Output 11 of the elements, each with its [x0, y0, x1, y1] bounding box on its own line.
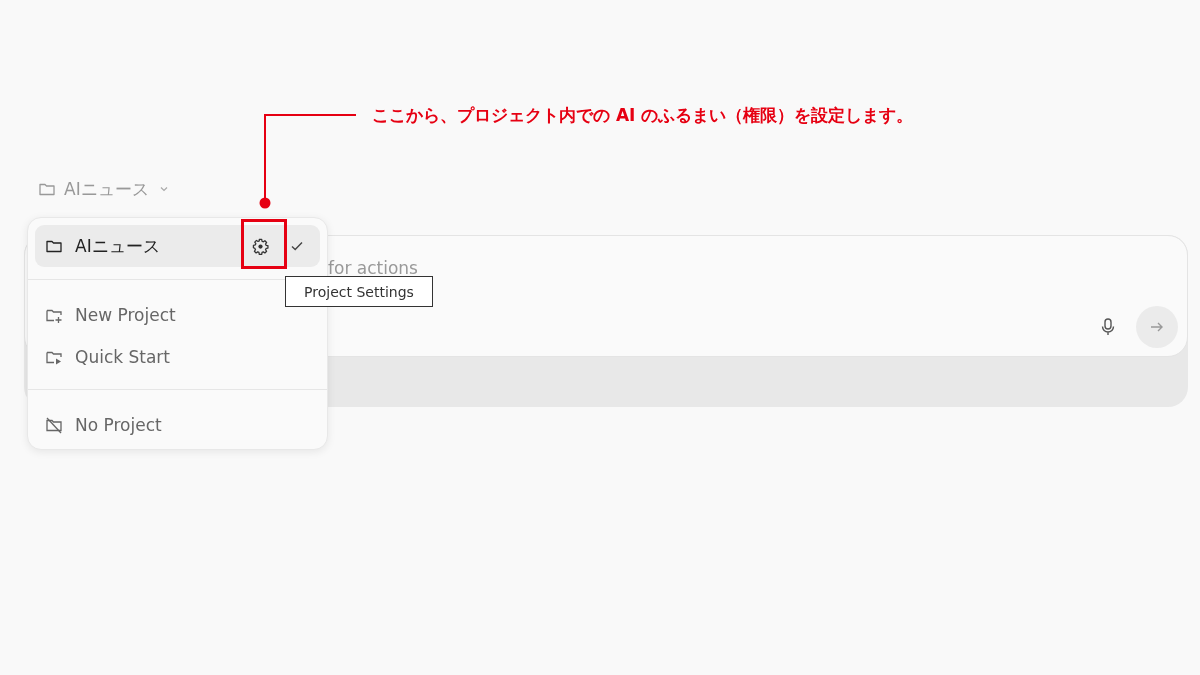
project-item[interactable]: AIニュース: [35, 225, 320, 267]
placeholder-text: for actions: [328, 258, 418, 278]
highlight-frame: [241, 219, 287, 269]
tooltip: Project Settings: [285, 276, 433, 307]
folder-off-icon: [45, 416, 63, 434]
chevron-down-icon: [158, 184, 169, 194]
microphone-icon: [1100, 318, 1116, 336]
annotation-text: ここから、プロジェクト内での AI のふるまい（権限）を設定します。: [372, 104, 914, 127]
checkmark-icon: [290, 239, 304, 253]
settings-icon: [251, 237, 269, 255]
menu-item[interactable]: No Project: [35, 404, 320, 446]
